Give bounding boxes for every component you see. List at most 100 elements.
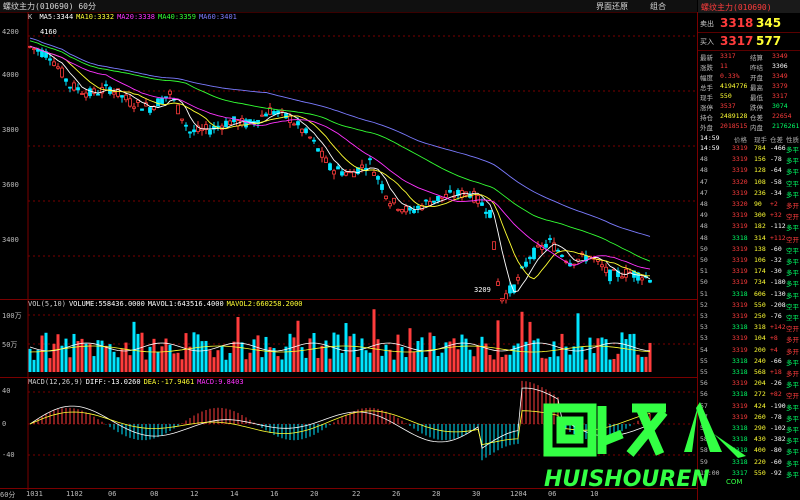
restore-layout-button[interactable]: 界面还原: [596, 1, 628, 12]
candle-body: [140, 108, 144, 111]
quote-stat-row: 最新 3317 结算 3349: [698, 52, 800, 62]
tick-time: 48: [700, 222, 708, 231]
candle-body: [332, 170, 336, 175]
tick-row[interactable]: 56 3319 204 -26 多平: [698, 379, 800, 390]
tick-volume: 784: [754, 144, 766, 152]
tick-type: 多平: [786, 414, 799, 423]
volume-bar: [620, 332, 624, 372]
tick-row[interactable]: 51 3319 174 -30 多平: [698, 267, 800, 278]
stat-label: 总手: [700, 84, 713, 92]
x-tick-label: 28: [432, 490, 441, 498]
tick-row[interactable]: 55 3318 568 +18 多开: [698, 368, 800, 379]
tick-table-header: 14:59 价格 现手 仓差 性质: [698, 134, 800, 144]
tick-oi-change: +112: [770, 233, 786, 242]
stat-label: 昨结: [750, 64, 763, 72]
candle-body: [96, 93, 100, 96]
candle-body: [80, 93, 84, 95]
tick-row[interactable]: 51 3318 606 -130 多平: [698, 290, 800, 301]
tick-row[interactable]: 55 3318 240 -66 多平: [698, 357, 800, 368]
tick-row[interactable]: 48 3318 314 +112 空开: [698, 234, 800, 245]
tick-row[interactable]: 48 3320 90 +2 多开: [698, 200, 800, 211]
tick-row[interactable]: 14:59 3319 784 -466 多平: [698, 144, 800, 155]
tick-price: 3319: [732, 188, 748, 197]
tick-oi-change: -78: [770, 412, 782, 421]
tick-volume: 200: [754, 345, 766, 354]
tick-oi-change: +32: [770, 211, 782, 220]
quote-stat-row: 涨跌 11 昨结 3306: [698, 62, 800, 72]
volume-bar: [92, 356, 96, 372]
tick-time: 52: [700, 300, 708, 309]
volume-bar: [424, 357, 428, 372]
tick-volume: 106: [754, 256, 766, 264]
tick-row[interactable]: 52 3319 550 -208 空平: [698, 301, 800, 312]
tick-row[interactable]: 50 3319 138 -60 空平: [698, 245, 800, 256]
x-tick-label: 08: [150, 490, 159, 498]
quote-stat-row: 持仓 2489128 仓差 22654: [698, 112, 800, 122]
volume-bar: [128, 355, 132, 372]
candle-body: [156, 98, 160, 107]
stat-label: 涨跌: [700, 64, 713, 72]
tick-volume: 220: [754, 457, 766, 466]
volume-bar: [332, 332, 336, 372]
volume-bar: [176, 352, 180, 372]
tick-time: 48: [700, 233, 708, 242]
tick-volume: 138: [754, 244, 766, 253]
volume-bar: [520, 311, 524, 372]
volume-bar: [568, 354, 572, 372]
tick-row[interactable]: 47 3319 236 -34 多平: [698, 189, 800, 200]
candle-body: [524, 261, 528, 267]
tick-row[interactable]: 53 3319 104 +8 多开: [698, 334, 800, 345]
volume-bar: [160, 346, 164, 372]
tick-price: 3319: [732, 155, 748, 164]
tick-row[interactable]: 48 3319 128 -64 多平: [698, 166, 800, 177]
volume-bar: [192, 332, 196, 372]
volume-bar: [68, 357, 72, 372]
volume-bar: [392, 359, 396, 372]
tick-price: 3319: [732, 166, 748, 175]
tick-oi-change: -32: [770, 256, 782, 264]
tick-row[interactable]: 50 3319 106 -32 多平: [698, 256, 800, 267]
tick-row[interactable]: 49 3319 300 +32 空开: [698, 211, 800, 222]
candle-body: [312, 139, 316, 142]
tick-row[interactable]: 50 3319 734 -180 多平: [698, 278, 800, 289]
tick-row[interactable]: 48 3319 156 -78 多平: [698, 155, 800, 166]
ask-price: 3318: [720, 16, 754, 30]
tick-row[interactable]: 53 3319 250 -76 空平: [698, 312, 800, 323]
tick-price: 3319: [732, 300, 748, 309]
bid-row[interactable]: 买入 3317 577: [698, 33, 800, 51]
candle-body: [324, 157, 328, 163]
x-tick-label: 16: [270, 490, 279, 498]
tick-row[interactable]: 53 3318 318 +142 空开: [698, 323, 800, 334]
tick-volume: 314: [754, 233, 766, 242]
volume-bar: [436, 355, 440, 372]
volume-bar: [640, 356, 644, 372]
tick-row[interactable]: 54 3319 200 +4 多开: [698, 346, 800, 357]
tick-time: 49: [700, 211, 708, 220]
tick-row[interactable]: 48 3319 182 -112 多平: [698, 222, 800, 233]
stat-value: 3349: [772, 52, 788, 60]
ask-row[interactable]: 卖出 3318 345: [698, 15, 800, 33]
tick-volume: 260: [754, 412, 766, 421]
tick-oi-change: -190: [770, 401, 786, 410]
volume-bar: [44, 332, 48, 372]
tick-oi-change: -34: [770, 188, 782, 197]
tick-time: 50: [700, 244, 708, 253]
combo-button[interactable]: 组合: [650, 1, 666, 12]
candle-body: [376, 176, 380, 180]
volume-bar: [492, 359, 496, 372]
volume-bar: [380, 355, 384, 372]
candle-body: [640, 277, 644, 281]
volume-bar: [420, 337, 424, 372]
volume-bar: [200, 341, 204, 372]
tick-header-type: 性质: [786, 136, 799, 144]
watermark-logo: HUISHOUREN COM: [540, 398, 750, 496]
tick-oi-change: +18: [770, 368, 782, 376]
volume-bar: [64, 338, 68, 372]
candle-body: [396, 208, 400, 211]
candle-body: [424, 199, 428, 202]
tick-type: 多平: [786, 426, 799, 434]
tick-row[interactable]: 47 3320 108 -58 空平: [698, 178, 800, 189]
x-tick-label: 1204: [510, 490, 527, 498]
quote-stat-row: 现手 550 最低 3317: [698, 92, 800, 102]
volume-bar: [504, 354, 508, 372]
